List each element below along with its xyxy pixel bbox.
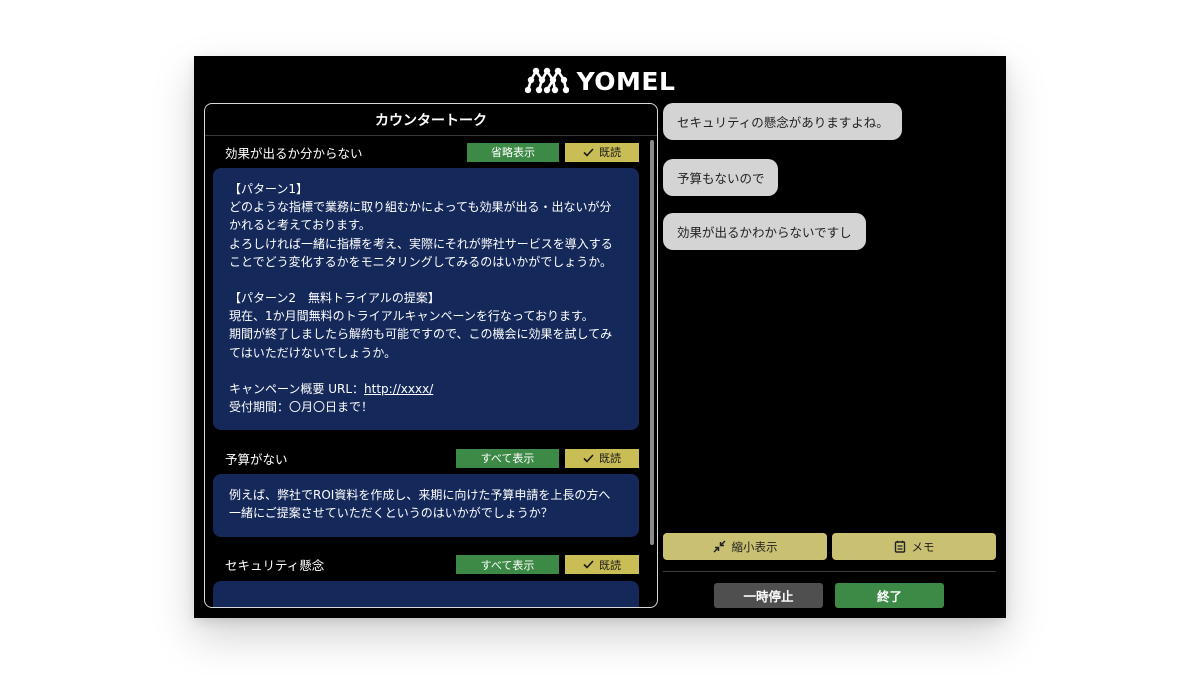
answer-line: 現在、1か月間無料のトライアルキャンペーンを行なっております。 [229, 309, 594, 324]
check-icon [583, 147, 594, 157]
url-prefix: キャンペーン概要 URL： [229, 381, 365, 396]
campaign-url-line: キャンペーン概要 URL：http://xxxx/ [229, 380, 623, 398]
expand-button[interactable]: すべて表示 [456, 448, 559, 468]
memo-label: メモ [911, 539, 935, 554]
answer-card: 例えば、弊社でROI資料を作成し、来期に向けた予算申請を上長の方へ 一緒にご提案… [213, 474, 639, 537]
shrink-view-button[interactable]: 縮小表示 [663, 533, 827, 560]
counter-talk-section: 予算がない すべて表示 既読 例えば、弊社でROI資料を作成し、来期に向けた予算… [205, 442, 657, 537]
divider [663, 571, 996, 572]
answer-line: ことでどう変化するかをモニタリングしてみるのはいかがでしょうか。 [229, 254, 613, 269]
collapse-button[interactable]: 省略表示 [467, 142, 559, 162]
check-icon [583, 560, 594, 569]
pause-button[interactable]: 一時停止 [714, 583, 823, 608]
answer-line: 受付期間：〇月〇日まで！ [229, 400, 374, 415]
answer-card [213, 580, 639, 607]
mark-read-button[interactable]: 既読 [565, 142, 639, 162]
counter-talk-panel: カウンタートーク 効果が出るか分からない 省略表示 既読 【パターン1】 どのよ… [204, 103, 658, 608]
read-label: 既読 [599, 558, 621, 572]
answer-line: 例えば、弊社でROI資料を作成し、来期に向けた予算申請を上長の方へ [229, 488, 611, 503]
section-title: 予算がない [225, 451, 288, 467]
app-logo: YOMEL [194, 66, 1006, 96]
memo-icon [894, 540, 905, 553]
counter-talk-list[interactable]: 効果が出るか分からない 省略表示 既読 【パターン1】 どのような指標で業務に取… [205, 136, 657, 607]
answer-line: てはいただけないでしょうか。 [229, 345, 397, 360]
chat-bubble: セキュリティの懸念がありますよね。 [663, 103, 902, 140]
answer-line: よろしければ一緒に指標を考え、実際にそれが弊社サービスを導入する [229, 236, 613, 251]
shrink-arrows-icon [712, 540, 726, 553]
memo-button[interactable]: メモ [832, 533, 996, 560]
section-header: 効果が出るか分からない 省略表示 既読 [205, 136, 657, 168]
section-header: セキュリティ懸念 すべて表示 既読 [205, 549, 657, 581]
answer-card: 【パターン1】 どのような指標で業務に取り組むかによっても効果が出る・出ないが分… [213, 168, 639, 431]
mark-read-button[interactable]: 既読 [565, 555, 639, 575]
logo-text: YOMEL [576, 66, 676, 96]
answer-line: どのような指標で業務に取り組むかによっても効果が出る・出ないが分 [229, 200, 612, 215]
panel-title: カウンタートーク [205, 104, 657, 136]
chat-bubble: 予算もないので [663, 159, 778, 196]
read-label: 既読 [599, 146, 621, 159]
campaign-url-link[interactable]: http://xxxx/ [364, 382, 433, 396]
app-window: YOMEL カウンタートーク 効果が出るか分からない 省略表示 既読 【パターン… [194, 56, 1006, 618]
answer-line: 一緒にご提案させていただくというのはいかがでしょうか？ [229, 506, 553, 521]
check-icon [583, 454, 594, 463]
end-button[interactable]: 終了 [835, 583, 944, 608]
shrink-view-label: 縮小表示 [731, 539, 778, 554]
section-title: 効果が出るか分からない [225, 145, 363, 161]
people-cluster-icon [524, 67, 569, 94]
counter-talk-section: セキュリティ懸念 すべて表示 既読 [205, 549, 657, 607]
counter-talk-section: 効果が出るか分からない 省略表示 既読 【パターン1】 どのような指標で業務に取… [205, 136, 657, 431]
section-header: 予算がない すべて表示 既読 [205, 442, 657, 474]
read-label: 既読 [599, 452, 621, 466]
answer-line: 期間が終了しましたら解約も可能ですので、この機会に効果を試してみ [229, 327, 613, 342]
chat-bubble: 効果が出るかわからないですし [663, 213, 866, 250]
expand-button[interactable]: すべて表示 [456, 555, 559, 575]
scrollbar-thumb[interactable] [650, 140, 654, 545]
mark-read-button[interactable]: 既読 [565, 448, 639, 468]
answer-line: 【パターン1】 [229, 182, 309, 196]
answer-line: 【パターン2 無料トライアルの提案】 [229, 291, 440, 306]
answer-line: かれると考えております。 [229, 218, 371, 233]
section-title: セキュリティ懸念 [225, 558, 325, 574]
